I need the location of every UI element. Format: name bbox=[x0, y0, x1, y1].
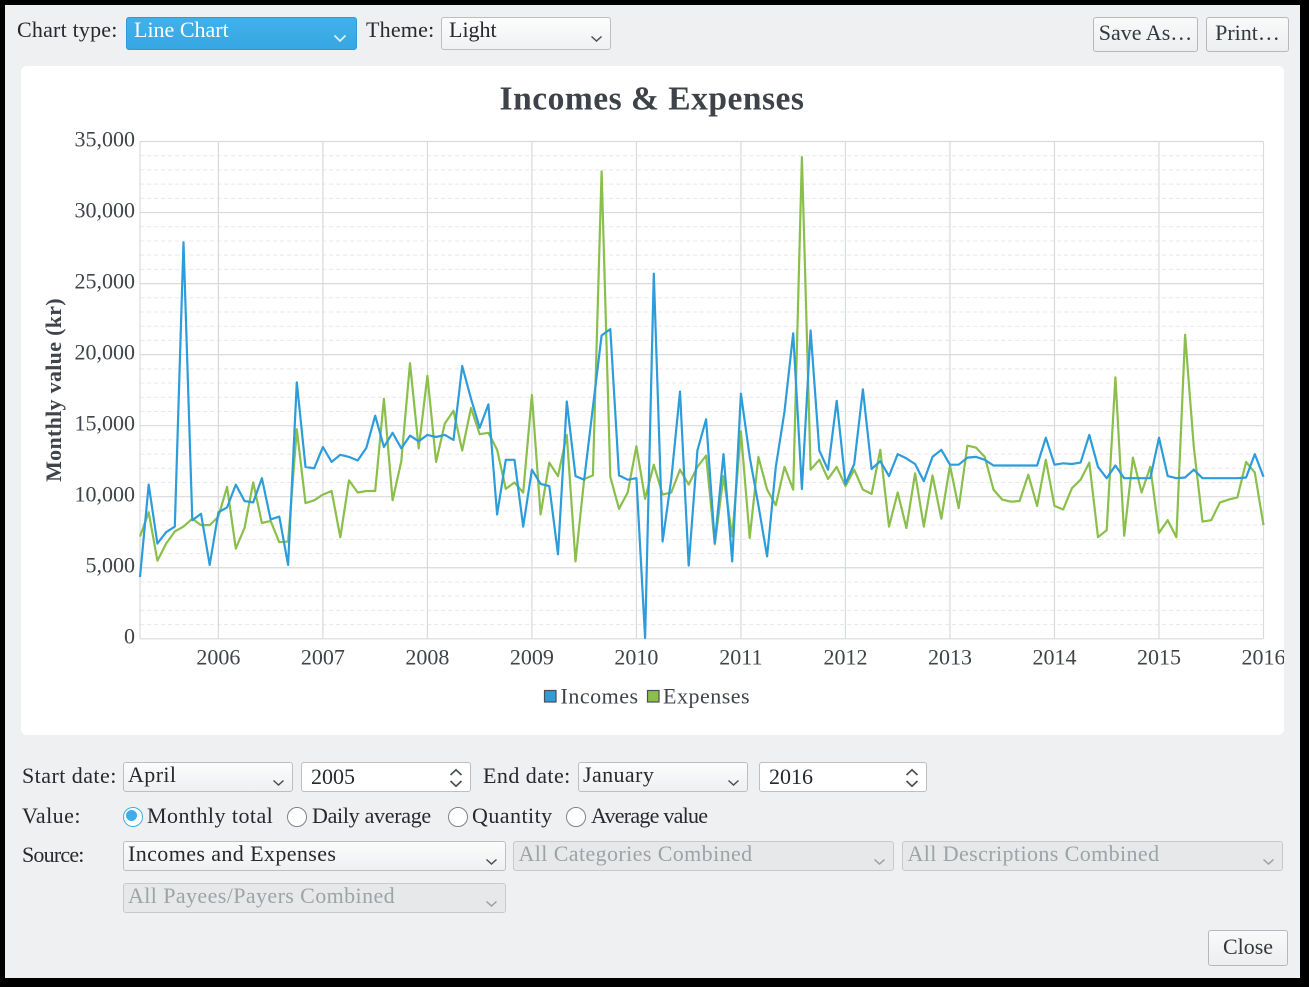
svg-text:2007: 2007 bbox=[301, 645, 345, 670]
svg-text:2008: 2008 bbox=[405, 645, 449, 670]
svg-text:10,000: 10,000 bbox=[75, 482, 136, 507]
svg-text:2016: 2016 bbox=[1242, 645, 1285, 670]
svg-text:5,000: 5,000 bbox=[86, 553, 136, 578]
svg-text:35,000: 35,000 bbox=[75, 126, 136, 151]
svg-text:2011: 2011 bbox=[719, 645, 762, 670]
svg-text:Incomes: Incomes bbox=[561, 684, 639, 709]
svg-text:0: 0 bbox=[124, 624, 135, 649]
svg-text:2012: 2012 bbox=[824, 645, 868, 670]
svg-text:2014: 2014 bbox=[1033, 645, 1077, 670]
svg-text:25,000: 25,000 bbox=[75, 268, 136, 293]
svg-text:2015: 2015 bbox=[1137, 645, 1181, 670]
svg-text:2006: 2006 bbox=[196, 645, 240, 670]
svg-text:Expenses: Expenses bbox=[663, 684, 750, 709]
svg-text:2013: 2013 bbox=[928, 645, 972, 670]
svg-text:Incomes & Expenses: Incomes & Expenses bbox=[500, 81, 805, 118]
svg-text:20,000: 20,000 bbox=[75, 339, 136, 364]
svg-text:2010: 2010 bbox=[614, 645, 658, 670]
svg-text:Monthly value (kr): Monthly value (kr) bbox=[41, 298, 66, 482]
svg-text:2009: 2009 bbox=[510, 645, 554, 670]
svg-text:15,000: 15,000 bbox=[75, 411, 136, 436]
svg-text:30,000: 30,000 bbox=[75, 197, 136, 222]
